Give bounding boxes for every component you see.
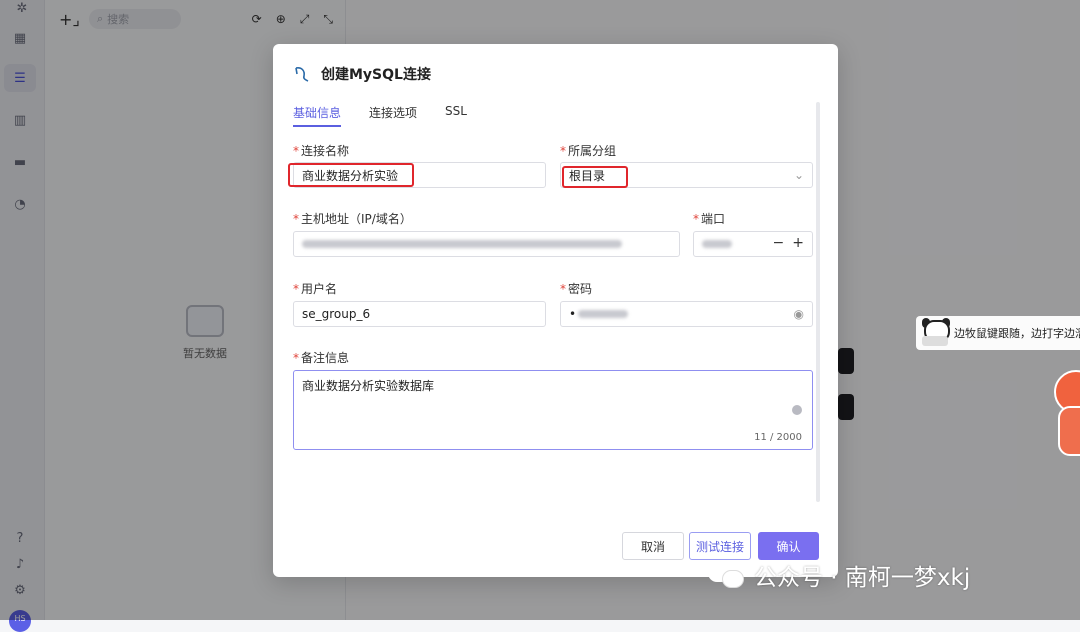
note-label: * 备注信息 — [293, 351, 350, 365]
host-input[interactable] — [293, 231, 680, 257]
conn-name-input[interactable]: 商业数据分析实验 — [293, 162, 546, 188]
plus-icon[interactable]: + — [792, 235, 804, 251]
blurred-port — [702, 240, 732, 248]
username-label: * 用户名 — [293, 282, 338, 296]
password-label: * 密码 — [560, 282, 593, 296]
mysql-icon — [295, 67, 309, 82]
port-input[interactable]: − + — [693, 231, 813, 257]
wechat-icon — [708, 562, 744, 588]
group-select[interactable]: 根目录 ⌄ — [560, 162, 813, 188]
host-label: * 主机地址（IP/域名） — [293, 212, 412, 226]
dialog-scrollbar[interactable] — [816, 102, 820, 502]
conn-name-label: * 连接名称 — [293, 144, 350, 158]
dialog-tabs: 基础信息 连接选项 SSL — [293, 104, 467, 127]
tab-connection-options[interactable]: 连接选项 — [369, 104, 417, 127]
clear-icon[interactable] — [792, 405, 802, 415]
cancel-button[interactable]: 取消 — [622, 532, 684, 560]
tab-ssl[interactable]: SSL — [445, 104, 467, 127]
dialog-title: 创建MySQL连接 — [321, 67, 431, 83]
watermark: 公众号 · 南柯一梦xkj — [708, 558, 970, 592]
chevron-down-icon: ⌄ — [793, 168, 804, 182]
group-label: * 所属分组 — [560, 144, 617, 158]
minus-icon[interactable]: − — [773, 235, 785, 251]
note-textarea[interactable]: 商业数据分析实验数据库 11 / 2000 — [293, 370, 813, 450]
password-input[interactable]: • ◉ — [560, 301, 813, 327]
watermark-text: 公众号 · 南柯一梦xkj — [754, 565, 971, 591]
eye-icon[interactable]: ◉ — [794, 307, 804, 321]
sticker-note: 边牧鼠键跟随，边打字边溜 — [916, 316, 1080, 350]
blurred-password — [578, 310, 629, 318]
sticker-note-text: 边牧鼠键跟随，边打字边溜 — [954, 327, 1080, 340]
dog-sticker-icon — [918, 318, 950, 348]
username-input[interactable]: se_group_6 — [293, 301, 546, 327]
port-label: * 端口 — [693, 212, 726, 226]
confirm-button[interactable]: 确认 — [758, 532, 819, 560]
tab-basic[interactable]: 基础信息 — [293, 104, 342, 127]
test-connection-button[interactable]: 测试连接 — [689, 532, 751, 560]
create-connection-dialog: 创建MySQL连接 基础信息 连接选项 SSL * 连接名称 商业数据分析实验 *… — [273, 44, 838, 577]
mascot-sticker-icon — [1044, 362, 1080, 458]
char-count: 11 / 2000 — [754, 432, 802, 443]
blurred-host — [302, 240, 622, 248]
